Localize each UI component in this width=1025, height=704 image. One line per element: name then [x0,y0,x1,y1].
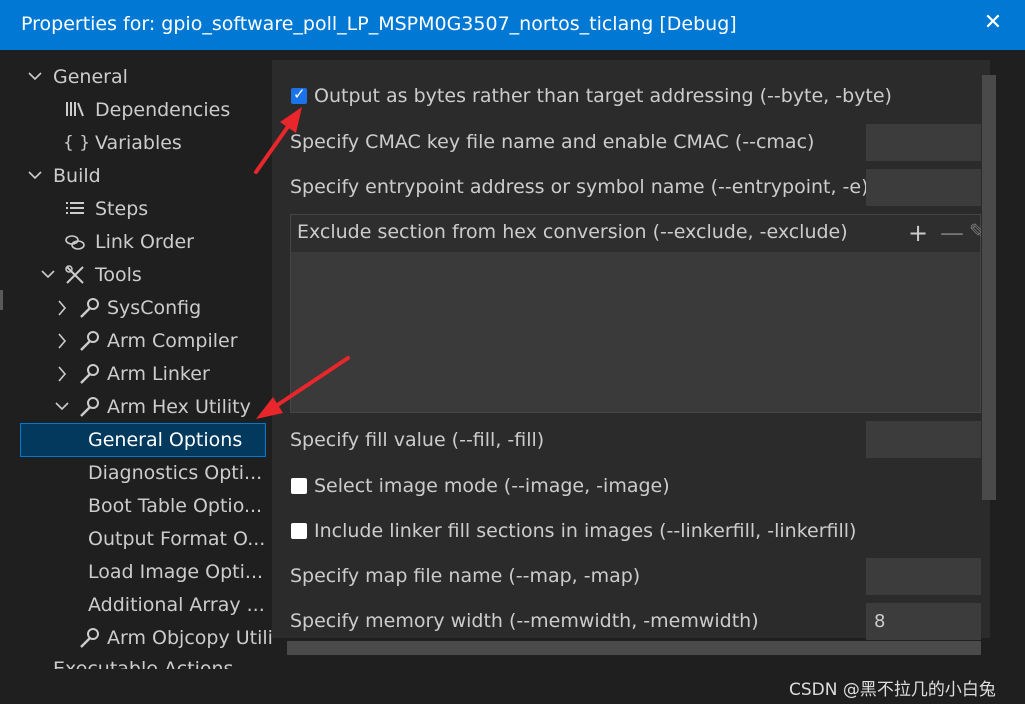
arrow-to-general-options [256,356,350,419]
watermark: CSDN @黑不拉几的小白兔 [789,680,996,700]
annotation-arrows [254,107,350,419]
arrow-to-checkbox [254,107,302,174]
